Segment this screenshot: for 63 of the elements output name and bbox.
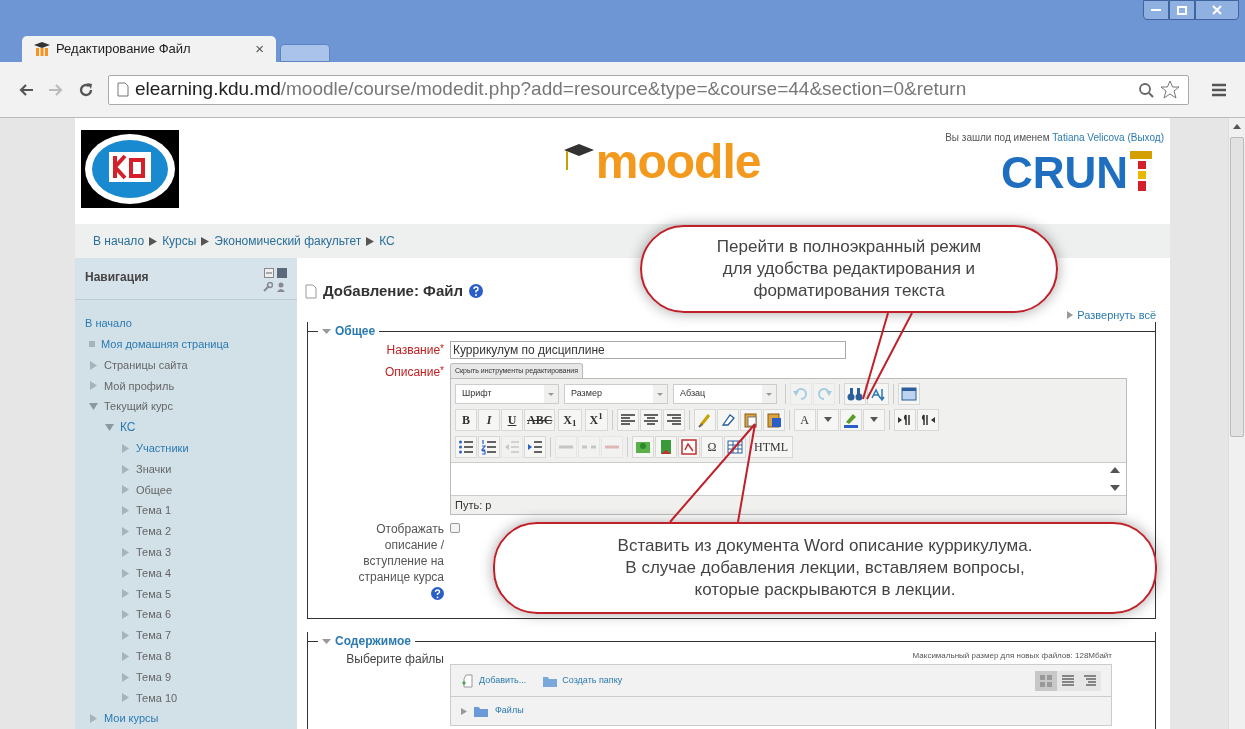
address-bar[interactable]: elearning.kdu.md/moodle/course/modedit.php?add=resource&type=&course=44&section=0&return bbox=[108, 74, 1189, 105]
fieldset-legend[interactable]: Общее bbox=[335, 322, 376, 340]
nav-item[interactable]: Тема 10 bbox=[136, 689, 178, 707]
nav-item[interactable]: Тема 1 bbox=[136, 502, 172, 519]
nav-item[interactable]: Тема 9 bbox=[136, 668, 172, 686]
callout-bubble: Перейти в полноэкранный режим для удобства редактирования и форматирования текста bbox=[640, 225, 1058, 313]
nav-item[interactable]: Тема 8 bbox=[136, 647, 172, 665]
tab-title: Редактирование Файл bbox=[56, 40, 192, 59]
toolbar-button[interactable]: ABC bbox=[524, 408, 556, 431]
callout-bubble: Вставить из документа Word описание куррикулума. В случае добавления лекции, вставляем вопросы, которые раскрываются в лекции. bbox=[493, 522, 1157, 614]
add-link[interactable]: Добавить... bbox=[479, 673, 527, 688]
nav-link[interactable]: Мои курсы bbox=[104, 710, 159, 727]
tab-close-button[interactable]: × bbox=[255, 37, 264, 61]
url-text: elearning.kdu.md/moodle/course/modedit.php?add=resource&type=&course=44&section=0&return bbox=[135, 77, 968, 102]
toolbar-button[interactable]: X$_{1}$ bbox=[558, 408, 582, 431]
panel-title: Навигация bbox=[85, 269, 149, 286]
field-label: Отображать описание / вступление на странице курса bbox=[357, 521, 444, 585]
toolbar-button[interactable]: Ω bbox=[701, 435, 723, 458]
toolbar-button[interactable]: A bbox=[793, 408, 816, 431]
toolbar-dropdown[interactable]: Размер bbox=[564, 383, 668, 404]
nav-item[interactable]: Страницы сайта bbox=[104, 356, 188, 374]
user-link[interactable]: Tatiana Velicova bbox=[1052, 132, 1125, 143]
field-label: Название* bbox=[386, 342, 444, 359]
breadcrumb-link[interactable]: Курсы bbox=[162, 232, 197, 250]
max-size-note: Максимальный размер для новых файлов: 128Мбайт bbox=[912, 650, 1112, 662]
name-input[interactable]: Куррикулум по дисциплине bbox=[450, 341, 846, 359]
page-title: Добавление: Файл bbox=[323, 281, 464, 301]
nav-item[interactable]: Тема 3 bbox=[136, 543, 172, 561]
field-label: Выберите файлы bbox=[346, 651, 444, 668]
toolbar-button[interactable]: HTML bbox=[749, 435, 793, 458]
nav-item[interactable]: Значки bbox=[136, 460, 172, 478]
nav-item[interactable]: Мой профиль bbox=[104, 377, 175, 395]
browser-tab[interactable]: Редактирование Файл × bbox=[22, 36, 276, 62]
moodle-logo: moodle bbox=[595, 138, 761, 186]
login-info: Вы зашли под именем Tatiana Velicova (Выход) bbox=[945, 131, 1164, 145]
breadcrumb-link[interactable]: В начало bbox=[93, 232, 145, 250]
fieldset-legend[interactable]: Содержимое bbox=[335, 632, 411, 650]
nav-link[interactable]: Участники bbox=[136, 440, 189, 457]
toolbar-dropdown[interactable]: Абзац bbox=[673, 383, 777, 404]
toolbar-button[interactable]: U bbox=[501, 408, 523, 431]
nav-item[interactable]: Общее bbox=[136, 481, 173, 499]
folder-name: Файлы bbox=[495, 704, 524, 718]
nav-item[interactable]: Текущий курс bbox=[104, 398, 173, 415]
breadcrumb-link[interactable]: Экономический факультет bbox=[214, 232, 362, 250]
toolbar-button[interactable]: I bbox=[478, 408, 500, 431]
nav-link[interactable]: Моя домашняя страница bbox=[101, 336, 229, 353]
create-folder-link[interactable]: Создать папку bbox=[562, 673, 623, 688]
nav-item[interactable]: Тема 7 bbox=[136, 627, 172, 644]
expand-all-link[interactable]: Развернуть всё bbox=[1077, 306, 1156, 323]
toolbar-button[interactable]: B bbox=[455, 408, 477, 431]
field-label: Описание* bbox=[384, 364, 444, 381]
toolbar-dropdown[interactable]: Шрифт bbox=[455, 383, 559, 404]
nav-item[interactable]: Тема 5 bbox=[136, 585, 172, 603]
nav-link[interactable]: В начало bbox=[85, 315, 132, 332]
nav-item[interactable]: Тема 4 bbox=[136, 564, 172, 582]
breadcrumb-link[interactable]: КС bbox=[379, 232, 395, 250]
nav-item[interactable]: Тема 2 bbox=[136, 523, 172, 540]
nav-link[interactable]: КС bbox=[120, 418, 136, 437]
nav-item[interactable]: Тема 6 bbox=[136, 606, 172, 623]
crun-logo: CRUN bbox=[1000, 151, 1128, 195]
editor-path: Путь: p bbox=[455, 497, 492, 513]
toolbar-button[interactable]: X$^{1}$ bbox=[584, 408, 608, 431]
logout-link[interactable]: (Выход) bbox=[1127, 132, 1164, 143]
